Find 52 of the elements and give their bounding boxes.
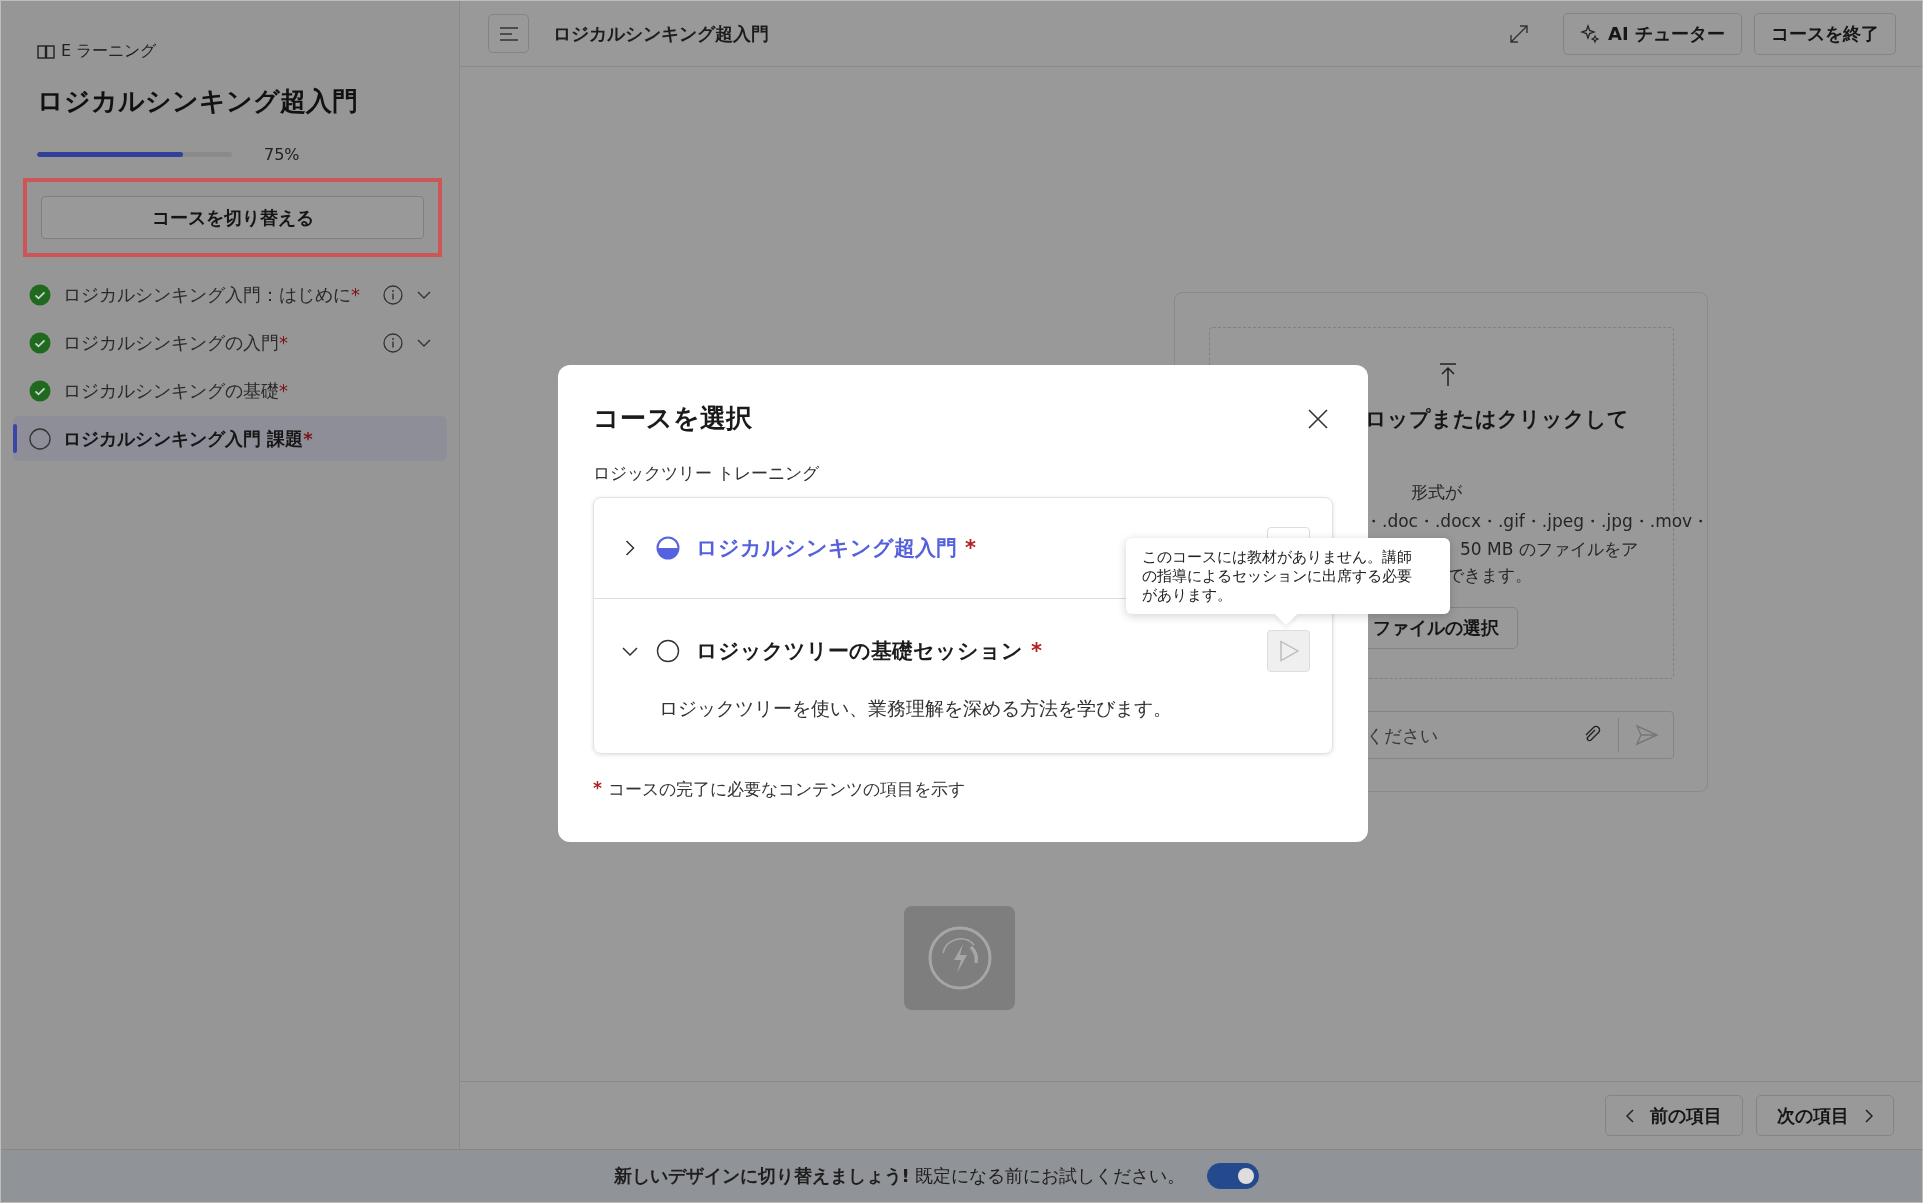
required-mark: * <box>1031 639 1042 663</box>
info-icon[interactable] <box>383 332 403 353</box>
end-course-button[interactable]: コースを終了 <box>1754 12 1896 55</box>
chevron-down-icon[interactable] <box>622 646 638 656</box>
item-label: ロジカルシンキング入門 課題 <box>63 426 304 451</box>
size-note: 50 MB のファイルをア <box>1460 538 1638 561</box>
course-title: ロジックツリーの基礎セッション <box>696 638 1023 665</box>
bolt-gauge-icon <box>926 925 993 991</box>
circle-icon <box>656 639 680 663</box>
next-button[interactable]: 次の項目 <box>1756 1095 1894 1136</box>
close-icon <box>1308 408 1328 429</box>
required-mark: * <box>303 428 313 449</box>
toggle-switch[interactable] <box>1207 1163 1260 1189</box>
dialog-title: コースを選択 <box>593 402 752 435</box>
course-title: ロジカルシンキング超入門 <box>36 85 359 118</box>
ai-tutor-button[interactable]: AI チューター <box>1563 12 1742 55</box>
nav-item[interactable]: ロジカルシンキング入門：はじめに* <box>13 272 447 317</box>
sparkle-icon <box>1580 23 1601 44</box>
required-mark: * <box>351 284 360 305</box>
page-title: ロジカルシンキング超入門 <box>553 21 769 46</box>
item-label: ロジカルシンキングの基礎 <box>63 378 279 403</box>
half-circle-icon <box>656 536 680 560</box>
expand-icon[interactable] <box>1509 23 1530 44</box>
formats-label: 形式が <box>1411 481 1462 504</box>
previous-button[interactable]: 前の項目 <box>1605 1095 1743 1136</box>
item-label: ロジカルシンキングの入門 <box>63 330 279 355</box>
play-icon <box>1278 640 1299 662</box>
nav-item[interactable]: ロジカルシンキングの基礎* <box>13 368 447 413</box>
nav-item[interactable]: ロジカルシンキング入門 課題* <box>13 416 447 461</box>
menu-icon <box>498 25 519 42</box>
banner-text: 新しいデザインに切り替えましょう! 既定になる前にお試しください。 <box>613 1164 1186 1188</box>
legend-text: コースの完了に必要なコンテンツの項目を示す <box>607 778 965 801</box>
nav-item[interactable]: ロジカルシンキングの入門* <box>13 320 447 365</box>
required-mark: * <box>279 380 288 401</box>
info-icon[interactable] <box>383 284 403 305</box>
chevron-right-icon <box>1865 1108 1873 1123</box>
required-mark: * <box>279 332 288 353</box>
menu-button[interactable] <box>488 14 529 53</box>
progress-label: 75% <box>264 145 300 164</box>
course-description: ロジックツリーを使い、業務理解を深める方法を学びます。 <box>659 696 1173 721</box>
course-title: ロジカルシンキング超入門 <box>696 535 957 562</box>
item-label: ロジカルシンキング入門：はじめに <box>63 282 351 307</box>
upload-icon <box>1439 363 1457 387</box>
group-label: ロジックツリー トレーニング <box>593 462 821 485</box>
required-mark: * <box>593 778 602 800</box>
required-mark: * <box>965 536 976 560</box>
switch-course-button[interactable]: コースを切り替える <box>41 196 424 239</box>
drop-heading: ロップまたはクリックして <box>1365 406 1629 433</box>
formats-text: ・.doc・.docx・.gif・.jpeg・.jpg・.mov・ <box>1365 510 1710 533</box>
section-label: E ラーニング <box>61 41 157 62</box>
chevron-left-icon <box>1626 1108 1634 1123</box>
book-icon <box>37 44 55 59</box>
